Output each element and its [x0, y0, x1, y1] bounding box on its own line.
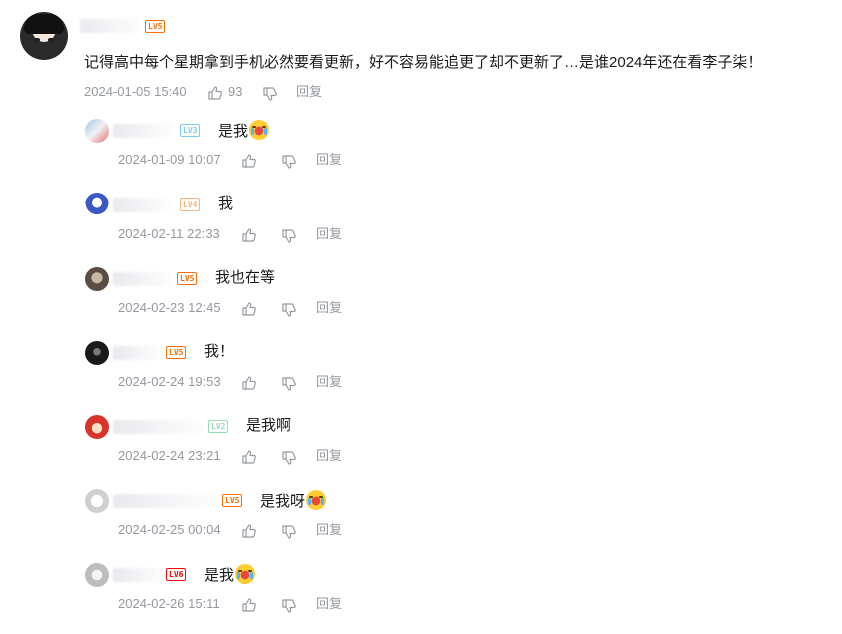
reply-text-content: 我也在等: [215, 269, 276, 286]
level-badge: LV4: [180, 198, 201, 211]
reply-button[interactable]: 回复: [316, 226, 342, 242]
level-badge: LV6: [166, 568, 187, 581]
thumb-up-icon[interactable]: [241, 375, 257, 391]
reply-text-content: 我: [218, 195, 234, 212]
reply-time: 2024-02-25 00:04: [118, 522, 221, 537]
reply-button[interactable]: 回复: [296, 84, 322, 100]
like-count: 93: [228, 84, 243, 99]
level-badge: LV5: [177, 272, 198, 285]
level-badge: LV5: [222, 494, 243, 507]
thumb-up-icon[interactable]: [241, 301, 257, 317]
thumb-down-icon[interactable]: [281, 302, 297, 318]
reply-text: 是我: [204, 564, 256, 586]
reply-text-content: 是我: [218, 123, 249, 140]
reply-time: 2024-02-24 19:53: [118, 374, 221, 389]
reply-text: 是我: [218, 120, 270, 142]
reply-avatar[interactable]: [85, 563, 109, 587]
thumb-up-icon[interactable]: [241, 227, 257, 243]
level-badge: LV3: [180, 124, 201, 137]
reply-username-blurred[interactable]: [113, 272, 171, 286]
reply-text: 是我啊: [246, 416, 291, 436]
reply-text-content: 是我: [204, 567, 235, 584]
reply-username-blurred[interactable]: [113, 568, 165, 582]
reply-username-blurred[interactable]: [113, 346, 163, 360]
level-badge: LV5: [166, 346, 187, 359]
reply-avatar[interactable]: [85, 489, 109, 513]
reply-button[interactable]: 回复: [316, 596, 342, 612]
reply-avatar[interactable]: [85, 341, 109, 365]
reply-avatar[interactable]: [85, 119, 109, 143]
thumb-down-icon[interactable]: [281, 524, 297, 540]
thumb-down-icon[interactable]: [281, 376, 297, 392]
crying-emoji-icon: [306, 490, 327, 510]
comment-time: 2024-01-05 15:40: [84, 84, 187, 99]
thumb-up-icon[interactable]: [207, 85, 223, 101]
reply-username-blurred[interactable]: [113, 198, 171, 212]
reply-button[interactable]: 回复: [316, 300, 342, 316]
level-badge: LV5: [145, 20, 166, 33]
thumb-down-icon[interactable]: [281, 154, 297, 170]
reply-text: 我: [218, 194, 233, 214]
thumb-down-icon[interactable]: [281, 228, 297, 244]
avatar[interactable]: [20, 12, 68, 60]
reply-username-blurred[interactable]: [113, 420, 203, 434]
reply-button[interactable]: 回复: [316, 152, 342, 168]
reply-avatar[interactable]: [85, 267, 109, 291]
username-blurred[interactable]: [80, 19, 140, 33]
reply-text-content: 是我呀: [260, 493, 306, 510]
thumb-up-icon[interactable]: [241, 597, 257, 613]
reply-time: 2024-02-23 12:45: [118, 300, 221, 315]
reply-time: 2024-02-24 23:21: [118, 448, 221, 463]
crying-emoji-icon: [235, 564, 256, 584]
reply-button[interactable]: 回复: [316, 522, 342, 538]
level-badge: LV2: [208, 420, 229, 433]
reply-text-content: 是我啊: [246, 417, 292, 434]
reply-avatar[interactable]: [85, 415, 109, 439]
reply-time: 2024-01-09 10:07: [118, 152, 221, 167]
thumb-up-icon[interactable]: [241, 153, 257, 169]
reply-username-blurred[interactable]: [113, 494, 217, 508]
comment-text: 记得高中每个星期拿到手机必然要看更新，好不容易能追更了却不更新了…是谁2024年…: [84, 54, 763, 71]
thumb-down-icon[interactable]: [281, 450, 297, 466]
reply-text: 我！: [204, 342, 234, 362]
reply-username-blurred[interactable]: [113, 124, 173, 138]
reply-text-content: 我！: [204, 343, 235, 360]
thumb-down-icon[interactable]: [281, 598, 297, 614]
crying-emoji-icon: [249, 120, 270, 140]
reply-time: 2024-02-11 22:33: [118, 226, 220, 241]
reply-button[interactable]: 回复: [316, 374, 342, 390]
thumb-down-icon[interactable]: [262, 86, 278, 102]
thumb-up-icon[interactable]: [241, 449, 257, 465]
reply-time: 2024-02-26 15:11: [118, 596, 220, 611]
reply-text: 是我呀: [260, 490, 327, 512]
thumb-up-icon[interactable]: [241, 523, 257, 539]
reply-avatar[interactable]: [85, 193, 109, 217]
reply-button[interactable]: 回复: [316, 448, 342, 464]
reply-text: 我也在等: [215, 268, 275, 288]
